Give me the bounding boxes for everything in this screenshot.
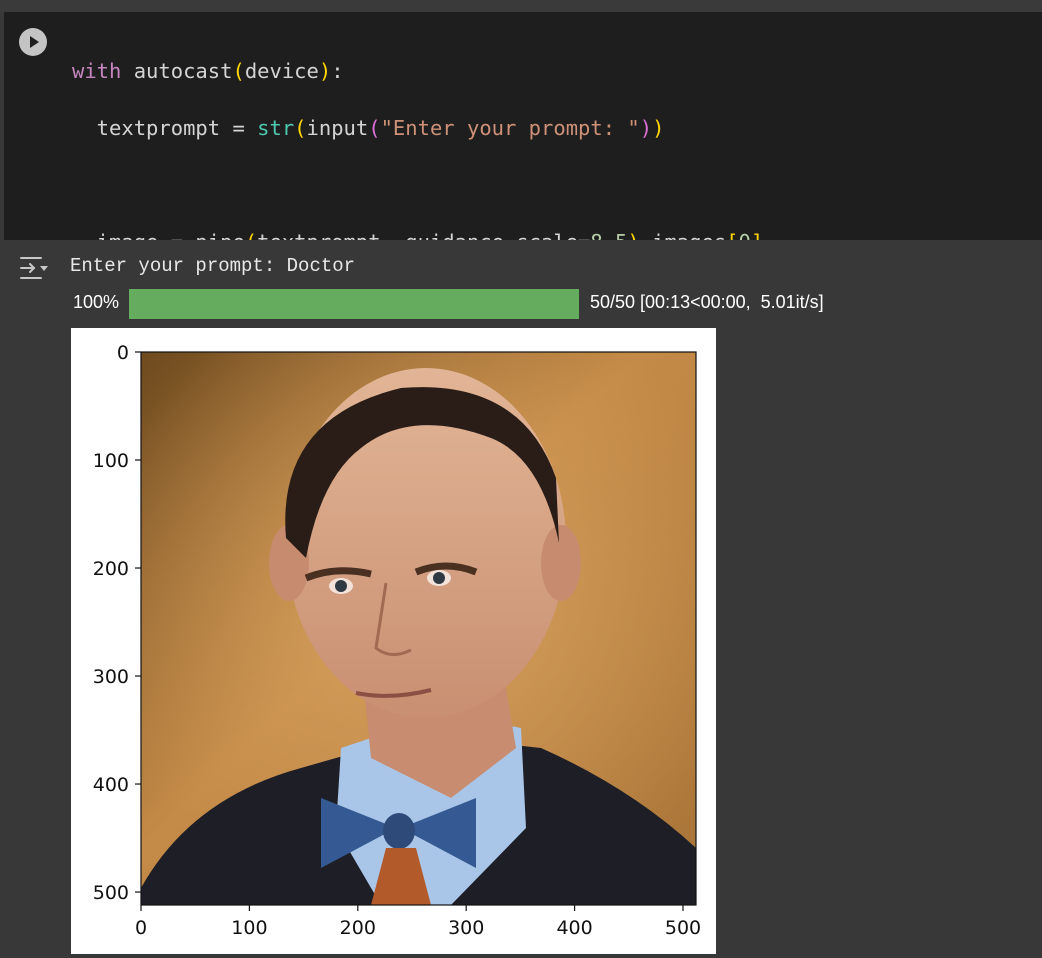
run-cell-button[interactable] (19, 28, 47, 56)
x-axis: 0 100 200 300 400 500 (135, 905, 701, 939)
y-tick-label: 300 (93, 666, 129, 688)
play-icon (30, 36, 39, 48)
generated-portrait-image (141, 352, 696, 905)
y-tick-label: 200 (93, 558, 129, 580)
y-tick-label: 400 (93, 774, 129, 796)
y-tick-label: 100 (93, 450, 129, 472)
x-tick-label: 100 (231, 917, 267, 939)
x-tick-label: 500 (665, 917, 701, 939)
progress-bar (129, 289, 579, 319)
x-tick-label: 0 (135, 917, 147, 939)
progress-percent-label: 100% (73, 292, 120, 312)
x-tick-label: 200 (340, 917, 376, 939)
y-tick-label: 0 (117, 342, 129, 364)
y-axis: 0 100 200 300 400 500 (93, 342, 141, 904)
output-collapse-icon (20, 257, 48, 279)
code-line-1: with autocast(device): (72, 58, 344, 83)
progress-fill (129, 289, 579, 319)
progress-stats: 50/50 [00:13<00:00, 5.01it/s] (590, 292, 824, 312)
x-tick-label: 300 (448, 917, 484, 939)
y-tick-label: 500 (93, 882, 129, 904)
imshow-plot: 0 100 200 300 400 500 0 100 200 300 400 500 (93, 342, 701, 939)
output-toggle-button[interactable] (18, 254, 50, 282)
prompt-output-text: Enter your prompt: Doctor (70, 255, 356, 277)
x-tick-label: 400 (556, 917, 592, 939)
code-line-2: textprompt = str(input("Enter your promp… (72, 115, 665, 140)
top-strip (0, 0, 1042, 12)
plot-output: 0 100 200 300 400 500 0 100 200 300 400 500 (71, 328, 716, 954)
